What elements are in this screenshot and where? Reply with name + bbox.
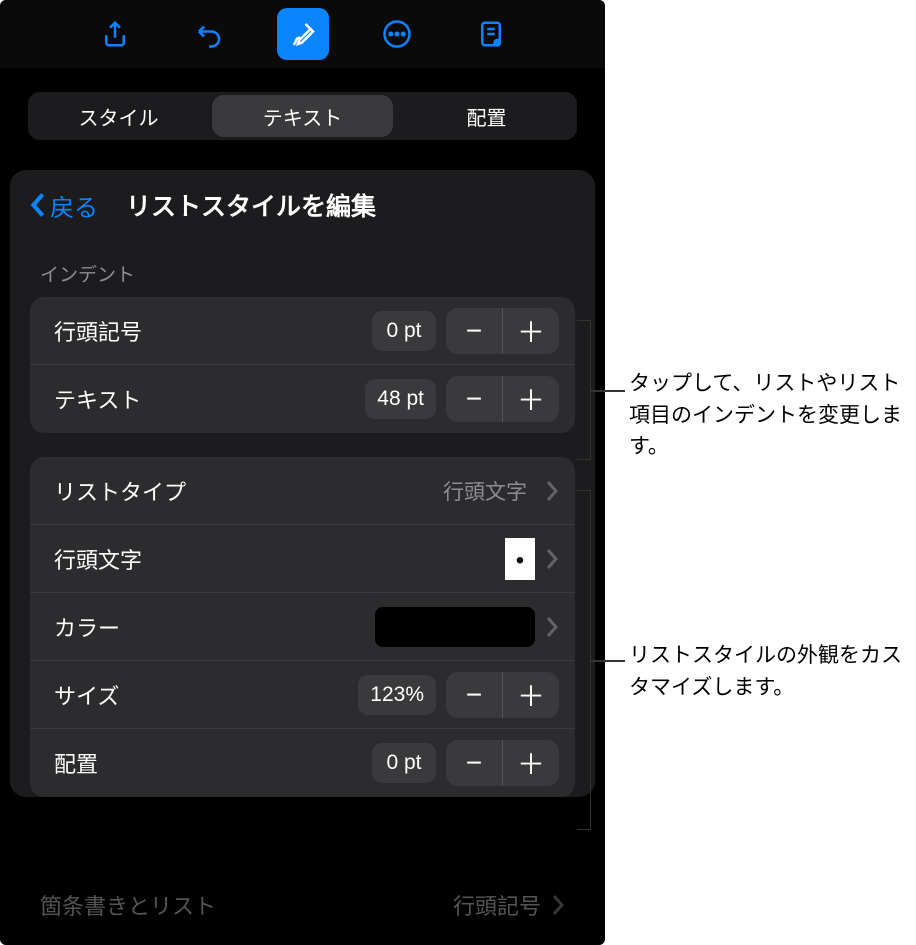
text-indent-plus[interactable]: ＋ — [503, 376, 559, 422]
bullet-indent-stepper: − ＋ — [446, 308, 559, 354]
bullet-char-label: 行頭文字 — [54, 543, 505, 575]
callout-bracket-2 — [577, 490, 591, 830]
bullet-indent-plus[interactable]: ＋ — [503, 308, 559, 354]
annotation-appearance: リストスタイルの外観をカスタマイズします。 — [629, 640, 909, 703]
bullet-indent-value: 0 pt — [372, 311, 436, 351]
bullet-indent-minus[interactable]: − — [446, 308, 502, 354]
tab-style[interactable]: スタイル — [28, 92, 209, 140]
bullet-indent-row: 行頭記号 0 pt − ＋ — [30, 297, 575, 365]
back-label: 戻る — [50, 188, 98, 223]
size-stepper: − ＋ — [446, 672, 559, 718]
align-minus[interactable]: − — [446, 740, 502, 786]
tab-arrange-label: 配置 — [467, 102, 507, 131]
undo-icon[interactable] — [183, 8, 235, 60]
size-minus[interactable]: − — [446, 672, 502, 718]
text-indent-minus[interactable]: − — [446, 376, 502, 422]
bullet-char-row[interactable]: 行頭文字 • — [30, 525, 575, 593]
annotation-indent: タップして、リストやリスト項目のインデントを変更します。 — [629, 368, 909, 463]
device-frame: スタイル テキスト 配置 戻る リストスタイルを編集 インデント 行頭記号 0 … — [0, 0, 605, 945]
tab-text[interactable]: テキスト — [212, 95, 393, 137]
bullet-char-preview: • — [505, 538, 535, 580]
size-value: 123% — [358, 675, 436, 715]
bullets-and-lists-label: 箇条書きとリスト — [40, 889, 216, 921]
chevron-right-icon — [545, 548, 559, 570]
back-button[interactable]: 戻る — [28, 188, 98, 223]
spacer — [10, 433, 595, 457]
edit-list-style-panel: 戻る リストスタイルを編集 インデント 行頭記号 0 pt − ＋ テキスト 4… — [10, 170, 595, 797]
color-label: カラー — [54, 611, 375, 643]
align-plus[interactable]: ＋ — [503, 740, 559, 786]
appearance-group: リストタイプ 行頭文字 行頭文字 • カラー サイズ 123% − — [30, 457, 575, 797]
annotation-layer: タップして、リストやリスト項目のインデントを変更します。 リストスタイルの外観を… — [605, 0, 916, 945]
size-row: サイズ 123% − ＋ — [30, 661, 575, 729]
more-icon[interactable] — [371, 8, 423, 60]
text-indent-value: 48 pt — [365, 379, 436, 419]
share-icon[interactable] — [89, 8, 141, 60]
tab-text-label: テキスト — [263, 102, 342, 131]
text-indent-row: テキスト 48 pt − ＋ — [30, 365, 575, 433]
chevron-right-icon — [551, 894, 565, 916]
callout-line-1 — [591, 390, 625, 392]
panel-title: リストスタイルを編集 — [126, 187, 376, 223]
size-label: サイズ — [54, 679, 358, 711]
indent-group: 行頭記号 0 pt − ＋ テキスト 48 pt − ＋ — [30, 297, 575, 433]
callout-bracket-1 — [577, 320, 591, 460]
text-indent-label: テキスト — [54, 383, 365, 415]
bullets-and-lists-row[interactable]: 箇条書きとリスト 行頭記号 — [20, 875, 585, 935]
align-value: 0 pt — [372, 743, 436, 783]
list-type-value: 行頭文字 — [443, 476, 527, 506]
align-row: 配置 0 pt − ＋ — [30, 729, 575, 797]
text-indent-stepper: − ＋ — [446, 376, 559, 422]
panel-header: 戻る リストスタイルを編集 — [10, 170, 595, 240]
size-plus[interactable]: ＋ — [503, 672, 559, 718]
color-row[interactable]: カラー — [30, 593, 575, 661]
callout-line-2 — [591, 660, 625, 662]
chevron-right-icon — [545, 616, 559, 638]
bullet-indent-label: 行頭記号 — [54, 315, 372, 347]
tab-style-label: スタイル — [79, 102, 159, 131]
align-label: 配置 — [54, 747, 372, 779]
color-swatch — [375, 607, 535, 647]
format-brush-icon[interactable] — [277, 8, 329, 60]
list-type-label: リストタイプ — [54, 475, 443, 507]
indent-section-label: インデント — [10, 240, 595, 297]
tab-arrange[interactable]: 配置 — [396, 92, 577, 140]
list-type-row[interactable]: リストタイプ 行頭文字 — [30, 457, 575, 525]
top-toolbar — [0, 0, 605, 68]
bullets-and-lists-value: 行頭記号 — [453, 889, 541, 921]
align-stepper: − ＋ — [446, 740, 559, 786]
chevron-right-icon — [545, 480, 559, 502]
document-view-icon[interactable] — [465, 8, 517, 60]
format-segmented-control[interactable]: スタイル テキスト 配置 — [28, 92, 577, 140]
